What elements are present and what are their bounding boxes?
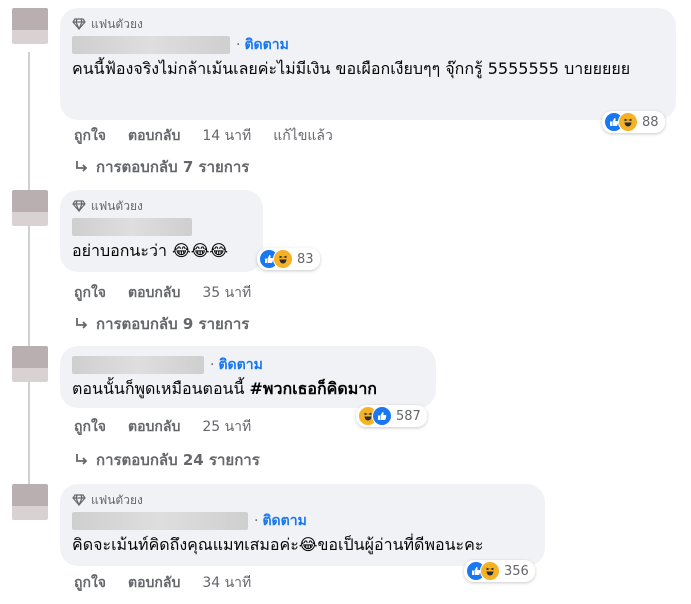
diamond-icon [72,200,86,212]
haha-icon [618,112,638,132]
top-fan-badge: แฟนตัวยง [72,492,533,508]
timestamp[interactable]: 34 นาที [202,572,251,594]
edited-label: แก้ไขแล้ว [273,128,333,144]
comment-text: ตอนนั้นก็พูดเหมือนตอนนี้ #พวกเธอก็คิดมาก [72,379,377,398]
avatar[interactable] [12,484,48,520]
view-replies-link[interactable]: การตอบกลับ 7 รายการ [74,155,249,179]
replies-label: การตอบกลับ 24 รายการ [96,451,260,469]
avatar[interactable] [12,190,48,226]
comment-bubble: แฟนตัวยง · ติดตาม คิดจะเม้นท์คิดถึงคุณแมท… [60,484,545,566]
reaction-count: 356 [504,563,529,579]
reaction-summary[interactable]: 83 [257,248,320,270]
follow-link[interactable]: · ติดตาม [254,510,307,532]
commenter-name[interactable] [72,36,230,54]
view-replies-link[interactable]: การตอบกลับ 24 รายการ [74,448,260,472]
comment-bubble: แฟนตัวยง · ติดตาม คนนี้ฟ้องจริงไม่กล้าเม้… [60,8,676,120]
replies-label: การตอบกลับ 7 รายการ [96,158,250,176]
hashtag-link[interactable]: #พวกเธอก็คิดมาก [250,379,377,398]
reaction-summary[interactable]: 356 [464,560,535,582]
commenter-name[interactable] [72,356,204,374]
reply-arrow-icon [76,454,88,465]
follow-link[interactable]: · ติดตาม [210,354,263,376]
reply-arrow-icon [76,161,88,172]
like-button[interactable]: ถูกใจ [74,282,106,304]
commenter-name[interactable] [72,512,248,530]
like-icon [372,406,392,426]
reply-button[interactable]: ตอบกลับ [128,125,180,147]
comment-text: อย่าบอกนะว่า 😂😂😂 [72,241,229,260]
diamond-icon [72,18,86,30]
reaction-summary[interactable]: 88 [602,111,665,133]
like-button[interactable]: ถูกใจ [74,125,106,147]
badge-label: แฟนตัวยง [91,198,143,213]
reaction-count: 83 [297,251,314,267]
avatar[interactable] [12,346,48,382]
comment-bubble: แฟนตัวยง อย่าบอกนะว่า 😂😂😂 [60,190,263,272]
comment-text: คนนี้ฟ้องจริงไม่กล้าเม้นเลยค่ะไม่มีเงิน … [72,59,631,78]
top-fan-badge: แฟนตัวยง [72,16,664,32]
avatar[interactable] [12,8,48,44]
reply-button[interactable]: ตอบกลับ [128,416,180,438]
timestamp[interactable]: 25 นาที [202,416,251,438]
like-button[interactable]: ถูกใจ [74,416,106,438]
replies-label: การตอบกลับ 9 รายการ [96,315,250,333]
comment-actions: ถูกใจ ตอบกลับ 35 นาที [74,282,273,304]
reaction-count: 88 [642,114,659,130]
haha-icon [480,561,500,581]
like-button[interactable]: ถูกใจ [74,572,106,594]
reply-arrow-icon [76,318,88,329]
haha-icon [273,249,293,269]
top-fan-badge: แฟนตัวยง [72,198,251,214]
comment-actions: ถูกใจ ตอบกลับ 34 นาที [74,572,273,594]
comment-actions: ถูกใจ ตอบกลับ 14 นาที แก้ไขแล้ว [74,125,355,147]
reply-button[interactable]: ตอบกลับ [128,572,180,594]
reply-button[interactable]: ตอบกลับ [128,282,180,304]
view-replies-link[interactable]: การตอบกลับ 9 รายการ [74,312,249,336]
thread-line [28,52,30,500]
comment-actions: ถูกใจ ตอบกลับ 25 นาที [74,416,273,438]
comment-text: คิดจะเม้นท์คิดถึงคุณแมทเสมอค่ะ😂ขอเป็นผู้… [72,535,484,554]
timestamp[interactable]: 14 นาที [202,125,251,147]
timestamp[interactable]: 35 นาที [202,282,251,304]
badge-label: แฟนตัวยง [91,492,143,507]
diamond-icon [72,494,86,506]
reaction-count: 587 [396,408,421,424]
follow-link[interactable]: · ติดตาม [236,34,289,56]
commenter-name[interactable] [72,218,192,236]
reaction-summary[interactable]: 587 [356,405,427,427]
comment-bubble: · ติดตาม ตอนนั้นก็พูดเหมือนตอนนี้ #พวกเธอ… [60,346,436,408]
badge-label: แฟนตัวยง [91,16,143,31]
